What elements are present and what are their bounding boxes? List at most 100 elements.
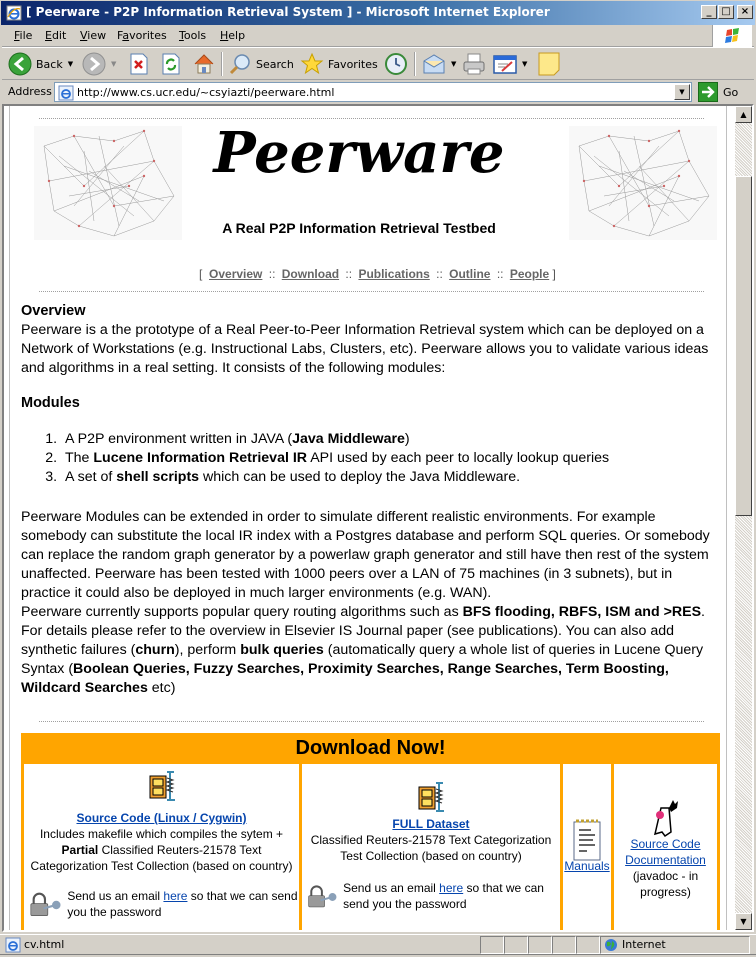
globe-icon <box>605 939 617 951</box>
address-dropdown-icon[interactable]: ▼ <box>674 84 690 100</box>
home-button[interactable] <box>192 51 216 77</box>
overview-text: Peerware is a the prototype of a Real Pe… <box>21 322 709 376</box>
nav-link-overview[interactable]: Overview <box>209 267 262 281</box>
source-code-cell: Source Code (Linux / Cygwin) Includes ma… <box>24 764 299 930</box>
address-label: Address <box>8 85 52 98</box>
nav-link-download[interactable]: Download <box>282 267 339 281</box>
mail-icon <box>423 54 445 74</box>
divider <box>39 721 704 722</box>
menu-view[interactable]: View <box>80 29 106 42</box>
menu-edit[interactable]: Edit <box>45 29 66 42</box>
status-pane <box>528 936 552 954</box>
download-table: Download Now! Source Code (Linux / Cygwi… <box>21 733 720 930</box>
routing-paragraph: Peerware currently supports popular quer… <box>21 604 705 696</box>
favorites-star-icon <box>300 52 324 75</box>
forward-icon <box>82 52 106 76</box>
lock-key-icon <box>308 885 337 908</box>
address-url[interactable]: http://www.cs.ucr.edu/~csyiazti/peerware… <box>77 86 334 99</box>
docs-cell: Source Code Documentation (javadoc - in p… <box>614 764 717 930</box>
favorites-button[interactable]: Favorites <box>300 51 378 77</box>
mail-button[interactable]: ▼ <box>422 51 456 77</box>
archive-icon <box>149 771 175 801</box>
refresh-icon <box>162 53 180 75</box>
full-dataset-cell: FULL Dataset Classified Reuters-21578 Te… <box>302 764 560 930</box>
edit-icon <box>493 55 517 74</box>
vertical-scrollbar[interactable]: ▲ ▼ <box>735 106 752 930</box>
windows-flag-icon <box>725 28 739 43</box>
maximize-button[interactable]: □ <box>718 5 734 19</box>
scroll-down-button[interactable]: ▼ <box>735 913 752 930</box>
email-link[interactable]: here <box>439 881 463 895</box>
email-link[interactable]: here <box>163 889 187 903</box>
refresh-button[interactable] <box>161 51 181 77</box>
menu-tools[interactable]: Tools <box>179 29 206 42</box>
modules-heading: Modules <box>21 395 80 411</box>
status-bar: cv.html Internet <box>0 934 756 954</box>
divider <box>39 291 704 292</box>
extend-paragraph: Peerware Modules can be extended in orde… <box>21 508 721 698</box>
page-icon <box>58 85 74 101</box>
page-subtitle: A Real P2P Information Retrieval Testbed <box>222 220 496 236</box>
network-graph-image-right <box>569 126 717 240</box>
notepad-icon <box>573 819 601 861</box>
page-viewport: Peerware A Real P2P Information Retrieva… <box>2 104 754 932</box>
manuals-link[interactable]: Manuals <box>564 859 609 873</box>
archive-icon <box>418 782 444 812</box>
security-zone: Internet <box>622 938 666 951</box>
window-title: [ Peerware - P2P Information Retrieval S… <box>26 5 550 19</box>
download-heading: Download Now! <box>295 737 446 759</box>
menu-file[interactable]: File <box>14 29 32 42</box>
status-pane <box>480 936 504 954</box>
page-content: Peerware A Real P2P Information Retrieva… <box>4 106 734 930</box>
menu-favorites[interactable]: Favorites <box>117 29 167 42</box>
list-item: A P2P environment written in JAVA (Java … <box>61 430 721 449</box>
scroll-up-button[interactable]: ▲ <box>735 106 752 123</box>
list-item: The Lucene Information Retrieval IR API … <box>61 449 721 468</box>
nav-link-publications[interactable]: Publications <box>358 267 429 281</box>
overview-heading: Overview <box>21 303 86 319</box>
page-border-right <box>726 106 727 930</box>
menu-bar: File Edit View Favorites Tools Help <box>2 25 754 47</box>
status-pane <box>576 936 600 954</box>
forward-dropdown-icon[interactable]: ▼ <box>111 60 116 68</box>
menu-help[interactable]: Help <box>220 29 245 42</box>
back-icon <box>8 52 32 76</box>
edit-button[interactable]: ▼ <box>493 51 527 77</box>
javadoc-note: (javadoc - in progress) <box>632 869 699 899</box>
back-dropdown-icon[interactable]: ▼ <box>68 60 73 68</box>
email-request-text: Send us an email here so that we can sen… <box>67 889 298 919</box>
address-input[interactable]: http://www.cs.ucr.edu/~csyiazti/peerware… <box>54 82 692 102</box>
close-button[interactable]: × <box>737 5 753 19</box>
go-arrow-icon <box>698 82 718 102</box>
manuals-cell: Manuals <box>563 764 611 930</box>
notes-button[interactable] <box>538 51 560 77</box>
print-icon <box>463 53 485 75</box>
stop-button[interactable] <box>129 51 149 77</box>
status-text: cv.html <box>24 938 65 951</box>
full-dataset-link[interactable]: FULL Dataset <box>392 817 469 831</box>
page-icon <box>5 937 21 953</box>
lock-key-icon <box>30 892 61 916</box>
source-code-docs-link[interactable]: Source Code Documentation <box>625 837 706 867</box>
print-button[interactable] <box>462 51 486 77</box>
history-icon <box>385 53 407 75</box>
java-duke-icon <box>653 800 678 838</box>
home-icon <box>194 54 214 74</box>
history-button[interactable] <box>384 51 408 77</box>
edit-dropdown-icon[interactable]: ▼ <box>522 60 527 68</box>
stop-icon <box>130 53 148 75</box>
notes-icon <box>538 52 560 76</box>
forward-button[interactable]: ▼ <box>82 51 116 77</box>
minimize-button[interactable]: _ <box>701 5 717 19</box>
window-title-bar: [ Peerware - P2P Information Retrieval S… <box>0 0 756 25</box>
nav-link-people[interactable]: People <box>510 267 549 281</box>
search-button[interactable]: Search <box>228 51 294 77</box>
back-button[interactable]: Back ▼ <box>8 51 73 77</box>
mail-dropdown-icon[interactable]: ▼ <box>451 60 456 68</box>
status-pane <box>552 936 576 954</box>
nav-link-outline[interactable]: Outline <box>449 267 490 281</box>
go-button[interactable]: Go <box>698 82 738 102</box>
email-request-text: Send us an email here so that we can sen… <box>343 881 544 911</box>
scroll-thumb[interactable] <box>735 176 752 516</box>
source-code-link[interactable]: Source Code (Linux / Cygwin) <box>76 811 246 825</box>
